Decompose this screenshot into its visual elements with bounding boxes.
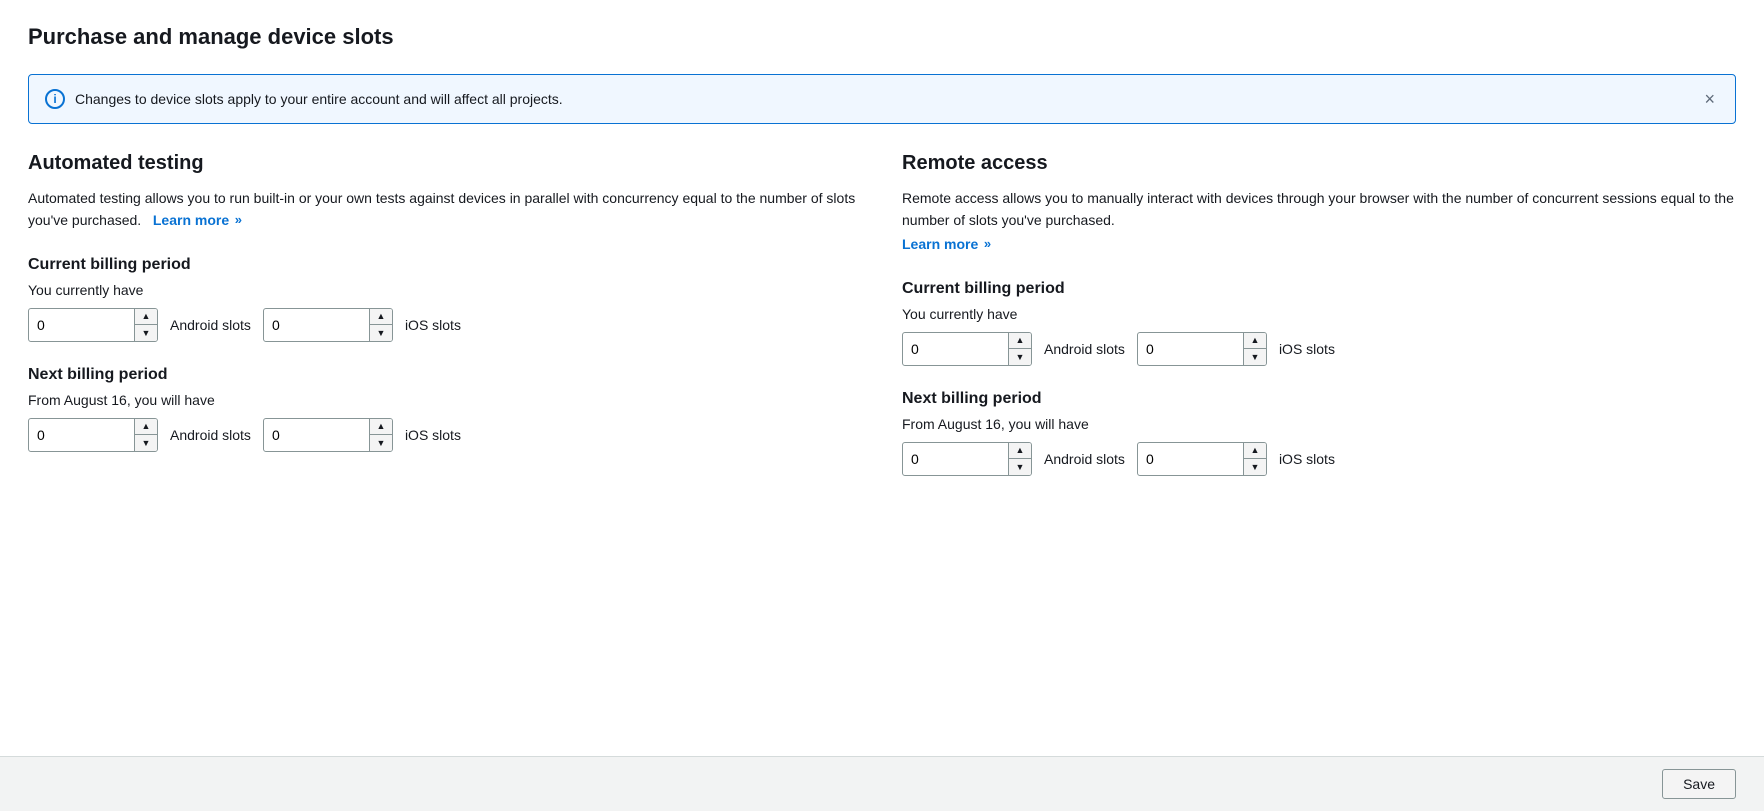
automated-next-android-input-wrapper: ▲ ▼: [28, 418, 158, 452]
automated-current-android-input-wrapper: ▲ ▼: [28, 308, 158, 342]
remote-next-slots-row: ▲ ▼ Android slots ▲ ▼ iOS slots: [902, 442, 1736, 476]
automated-learn-more-link[interactable]: Learn more »: [153, 209, 242, 231]
automated-next-billing-subtitle: From August 16, you will have: [28, 392, 862, 408]
close-banner-button[interactable]: ×: [1700, 90, 1719, 108]
remote-section-title: Remote access: [902, 152, 1736, 175]
remote-current-android-decrement[interactable]: ▼: [1009, 349, 1031, 365]
automated-current-slots-row: ▲ ▼ Android slots ▲ ▼ iOS slots: [28, 308, 862, 342]
remote-next-billing-title: Next billing period: [902, 390, 1736, 408]
remote-next-billing-subtitle: From August 16, you will have: [902, 416, 1736, 432]
remote-current-android-increment[interactable]: ▲: [1009, 333, 1031, 349]
info-banner-text: Changes to device slots apply to your en…: [75, 91, 563, 107]
automated-current-android-decrement[interactable]: ▼: [135, 325, 157, 341]
info-banner-left: i Changes to device slots apply to your …: [45, 89, 563, 109]
remote-current-ios-decrement[interactable]: ▼: [1244, 349, 1266, 365]
remote-next-ios-input-wrapper: ▲ ▼: [1137, 442, 1267, 476]
info-icon: i: [45, 89, 65, 109]
automated-next-slots-row: ▲ ▼ Android slots ▲ ▼ iOS slots: [28, 418, 862, 452]
automated-next-android-decrement[interactable]: ▼: [135, 435, 157, 451]
automated-next-android-spinners: ▲ ▼: [134, 419, 157, 451]
automated-current-ios-spinners: ▲ ▼: [369, 309, 392, 341]
automated-next-billing-title: Next billing period: [28, 366, 862, 384]
two-column-layout: Automated testing Automated testing allo…: [28, 152, 1736, 476]
automated-section-title: Automated testing: [28, 152, 862, 175]
automated-current-ios-label: iOS slots: [405, 317, 461, 333]
remote-next-ios-input[interactable]: [1138, 445, 1243, 473]
remote-access-column: Remote access Remote access allows you t…: [902, 152, 1736, 476]
automated-next-ios-input[interactable]: [264, 421, 369, 449]
automated-description: Automated testing allows you to run buil…: [28, 187, 862, 232]
remote-learn-more-chevron-icon: »: [980, 236, 991, 251]
remote-next-ios-increment[interactable]: ▲: [1244, 443, 1266, 459]
remote-next-android-input-wrapper: ▲ ▼: [902, 442, 1032, 476]
automated-next-android-input[interactable]: [29, 421, 134, 449]
remote-current-android-input-wrapper: ▲ ▼: [902, 332, 1032, 366]
remote-next-android-label: Android slots: [1044, 451, 1125, 467]
remote-next-android-input[interactable]: [903, 445, 1008, 473]
remote-current-android-input[interactable]: [903, 335, 1008, 363]
automated-current-android-spinners: ▲ ▼: [134, 309, 157, 341]
remote-current-ios-spinners: ▲ ▼: [1243, 333, 1266, 365]
remote-next-android-increment[interactable]: ▲: [1009, 443, 1031, 459]
save-button[interactable]: Save: [1662, 769, 1736, 799]
automated-next-android-label: Android slots: [170, 427, 251, 443]
automated-next-ios-input-wrapper: ▲ ▼: [263, 418, 393, 452]
remote-current-ios-increment[interactable]: ▲: [1244, 333, 1266, 349]
automated-next-ios-spinners: ▲ ▼: [369, 419, 392, 451]
automated-next-ios-increment[interactable]: ▲: [370, 419, 392, 435]
remote-current-ios-input-wrapper: ▲ ▼: [1137, 332, 1267, 366]
remote-current-android-label: Android slots: [1044, 341, 1125, 357]
automated-next-ios-decrement[interactable]: ▼: [370, 435, 392, 451]
remote-next-ios-spinners: ▲ ▼: [1243, 443, 1266, 475]
info-banner: i Changes to device slots apply to your …: [28, 74, 1736, 124]
automated-current-ios-input[interactable]: [264, 311, 369, 339]
remote-current-android-spinners: ▲ ▼: [1008, 333, 1031, 365]
footer-bar: Save: [0, 756, 1764, 811]
learn-more-chevron-icon: »: [231, 210, 242, 231]
automated-current-android-increment[interactable]: ▲: [135, 309, 157, 325]
automated-current-billing-title: Current billing period: [28, 256, 862, 274]
remote-next-ios-label: iOS slots: [1279, 451, 1335, 467]
remote-next-android-spinners: ▲ ▼: [1008, 443, 1031, 475]
automated-current-android-input[interactable]: [29, 311, 134, 339]
remote-current-ios-label: iOS slots: [1279, 341, 1335, 357]
remote-next-android-decrement[interactable]: ▼: [1009, 459, 1031, 475]
remote-current-ios-input[interactable]: [1138, 335, 1243, 363]
automated-current-ios-input-wrapper: ▲ ▼: [263, 308, 393, 342]
automated-current-ios-increment[interactable]: ▲: [370, 309, 392, 325]
automated-current-android-label: Android slots: [170, 317, 251, 333]
remote-next-ios-decrement[interactable]: ▼: [1244, 459, 1266, 475]
remote-current-billing-subtitle: You currently have: [902, 306, 1736, 322]
remote-current-slots-row: ▲ ▼ Android slots ▲ ▼ iOS slots: [902, 332, 1736, 366]
remote-description: Remote access allows you to manually int…: [902, 187, 1736, 232]
page-title: Purchase and manage device slots: [28, 24, 1736, 50]
remote-current-billing-title: Current billing period: [902, 280, 1736, 298]
automated-current-ios-decrement[interactable]: ▼: [370, 325, 392, 341]
automated-next-android-increment[interactable]: ▲: [135, 419, 157, 435]
automated-testing-column: Automated testing Automated testing allo…: [28, 152, 862, 476]
page-wrapper: Purchase and manage device slots i Chang…: [0, 0, 1764, 811]
automated-next-ios-label: iOS slots: [405, 427, 461, 443]
automated-current-billing-subtitle: You currently have: [28, 282, 862, 298]
remote-learn-more-link[interactable]: Learn more »: [902, 236, 991, 252]
